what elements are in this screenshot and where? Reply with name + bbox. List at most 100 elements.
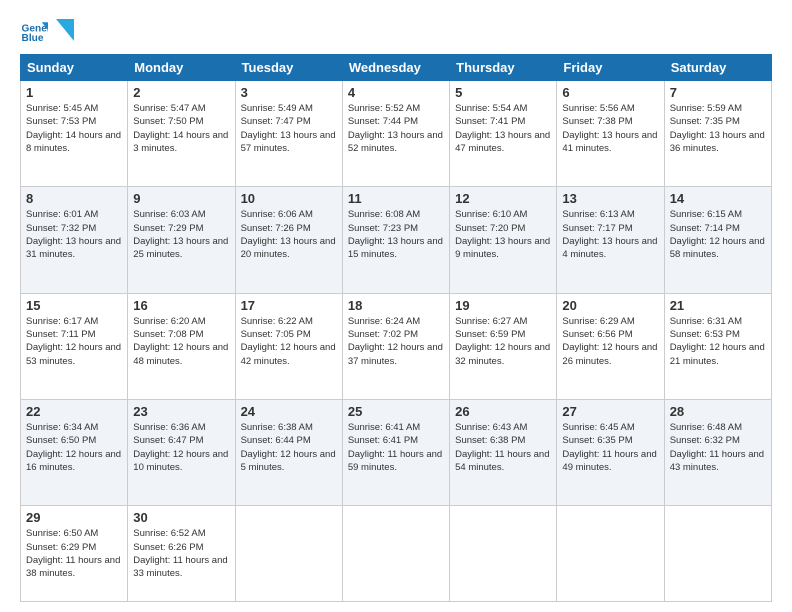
daylight-label: Daylight: 12 hours and 32 minutes.: [455, 342, 550, 366]
day-info: Sunrise: 6:06 AM Sunset: 7:26 PM Dayligh…: [241, 208, 337, 261]
calendar-cell: 20 Sunrise: 6:29 AM Sunset: 6:56 PM Dayl…: [557, 293, 664, 399]
day-number: 10: [241, 191, 337, 206]
calendar-cell: [557, 506, 664, 602]
calendar-cell: 8 Sunrise: 6:01 AM Sunset: 7:32 PM Dayli…: [21, 187, 128, 293]
calendar-cell: 1 Sunrise: 5:45 AM Sunset: 7:53 PM Dayli…: [21, 81, 128, 187]
sunrise-label: Sunrise: 6:17 AM: [26, 316, 98, 327]
calendar-cell: 7 Sunrise: 5:59 AM Sunset: 7:35 PM Dayli…: [664, 81, 771, 187]
sunset-label: Sunset: 7:17 PM: [562, 223, 632, 234]
day-info: Sunrise: 5:56 AM Sunset: 7:38 PM Dayligh…: [562, 102, 658, 155]
daylight-label: Daylight: 13 hours and 9 minutes.: [455, 236, 550, 260]
weekday-header-saturday: Saturday: [664, 55, 771, 81]
calendar-cell: 24 Sunrise: 6:38 AM Sunset: 6:44 PM Dayl…: [235, 399, 342, 505]
calendar-week-row: 29 Sunrise: 6:50 AM Sunset: 6:29 PM Dayl…: [21, 506, 772, 602]
calendar-cell: 4 Sunrise: 5:52 AM Sunset: 7:44 PM Dayli…: [342, 81, 449, 187]
day-number: 6: [562, 85, 658, 100]
day-info: Sunrise: 6:50 AM Sunset: 6:29 PM Dayligh…: [26, 527, 122, 580]
daylight-label: Daylight: 13 hours and 15 minutes.: [348, 236, 443, 260]
sunset-label: Sunset: 7:44 PM: [348, 116, 418, 127]
day-info: Sunrise: 6:20 AM Sunset: 7:08 PM Dayligh…: [133, 315, 229, 368]
day-number: 18: [348, 298, 444, 313]
day-info: Sunrise: 6:31 AM Sunset: 6:53 PM Dayligh…: [670, 315, 766, 368]
calendar-cell: 3 Sunrise: 5:49 AM Sunset: 7:47 PM Dayli…: [235, 81, 342, 187]
day-info: Sunrise: 6:01 AM Sunset: 7:32 PM Dayligh…: [26, 208, 122, 261]
sunrise-label: Sunrise: 6:06 AM: [241, 209, 313, 220]
sunrise-label: Sunrise: 6:52 AM: [133, 528, 205, 539]
day-number: 30: [133, 510, 229, 525]
sunrise-label: Sunrise: 6:15 AM: [670, 209, 742, 220]
sunrise-label: Sunrise: 6:01 AM: [26, 209, 98, 220]
sunset-label: Sunset: 7:29 PM: [133, 223, 203, 234]
calendar-cell: 25 Sunrise: 6:41 AM Sunset: 6:41 PM Dayl…: [342, 399, 449, 505]
day-info: Sunrise: 5:59 AM Sunset: 7:35 PM Dayligh…: [670, 102, 766, 155]
sunset-label: Sunset: 6:29 PM: [26, 542, 96, 553]
sunrise-label: Sunrise: 6:31 AM: [670, 316, 742, 327]
day-info: Sunrise: 6:08 AM Sunset: 7:23 PM Dayligh…: [348, 208, 444, 261]
daylight-label: Daylight: 13 hours and 4 minutes.: [562, 236, 657, 260]
sunrise-label: Sunrise: 6:29 AM: [562, 316, 634, 327]
daylight-label: Daylight: 11 hours and 49 minutes.: [562, 449, 656, 473]
day-number: 28: [670, 404, 766, 419]
calendar-table: SundayMondayTuesdayWednesdayThursdayFrid…: [20, 54, 772, 602]
sunrise-label: Sunrise: 6:45 AM: [562, 422, 634, 433]
sunset-label: Sunset: 7:53 PM: [26, 116, 96, 127]
day-number: 22: [26, 404, 122, 419]
daylight-label: Daylight: 12 hours and 48 minutes.: [133, 342, 228, 366]
calendar-cell: 29 Sunrise: 6:50 AM Sunset: 6:29 PM Dayl…: [21, 506, 128, 602]
sunrise-label: Sunrise: 6:03 AM: [133, 209, 205, 220]
calendar-cell: 14 Sunrise: 6:15 AM Sunset: 7:14 PM Dayl…: [664, 187, 771, 293]
sunrise-label: Sunrise: 6:27 AM: [455, 316, 527, 327]
calendar-cell: 30 Sunrise: 6:52 AM Sunset: 6:26 PM Dayl…: [128, 506, 235, 602]
daylight-label: Daylight: 13 hours and 36 minutes.: [670, 130, 765, 154]
daylight-label: Daylight: 13 hours and 20 minutes.: [241, 236, 336, 260]
day-info: Sunrise: 6:48 AM Sunset: 6:32 PM Dayligh…: [670, 421, 766, 474]
calendar-cell: 12 Sunrise: 6:10 AM Sunset: 7:20 PM Dayl…: [450, 187, 557, 293]
day-number: 9: [133, 191, 229, 206]
day-info: Sunrise: 6:10 AM Sunset: 7:20 PM Dayligh…: [455, 208, 551, 261]
day-number: 15: [26, 298, 122, 313]
day-number: 12: [455, 191, 551, 206]
weekday-header-friday: Friday: [557, 55, 664, 81]
day-number: 5: [455, 85, 551, 100]
calendar-header-row: SundayMondayTuesdayWednesdayThursdayFrid…: [21, 55, 772, 81]
day-info: Sunrise: 5:54 AM Sunset: 7:41 PM Dayligh…: [455, 102, 551, 155]
weekday-header-tuesday: Tuesday: [235, 55, 342, 81]
day-number: 7: [670, 85, 766, 100]
sunrise-label: Sunrise: 6:50 AM: [26, 528, 98, 539]
sunset-label: Sunset: 7:08 PM: [133, 329, 203, 340]
daylight-label: Daylight: 13 hours and 25 minutes.: [133, 236, 228, 260]
sunrise-label: Sunrise: 5:52 AM: [348, 103, 420, 114]
sunset-label: Sunset: 7:23 PM: [348, 223, 418, 234]
daylight-label: Daylight: 14 hours and 8 minutes.: [26, 130, 121, 154]
day-info: Sunrise: 6:22 AM Sunset: 7:05 PM Dayligh…: [241, 315, 337, 368]
calendar-cell: [342, 506, 449, 602]
day-info: Sunrise: 6:24 AM Sunset: 7:02 PM Dayligh…: [348, 315, 444, 368]
day-info: Sunrise: 6:43 AM Sunset: 6:38 PM Dayligh…: [455, 421, 551, 474]
sunset-label: Sunset: 7:35 PM: [670, 116, 740, 127]
sunset-label: Sunset: 6:26 PM: [133, 542, 203, 553]
sunrise-label: Sunrise: 6:41 AM: [348, 422, 420, 433]
daylight-label: Daylight: 12 hours and 5 minutes.: [241, 449, 336, 473]
calendar-cell: 26 Sunrise: 6:43 AM Sunset: 6:38 PM Dayl…: [450, 399, 557, 505]
day-number: 2: [133, 85, 229, 100]
sunset-label: Sunset: 6:41 PM: [348, 435, 418, 446]
logo: General Blue: [20, 16, 74, 44]
day-number: 13: [562, 191, 658, 206]
daylight-label: Daylight: 11 hours and 33 minutes.: [133, 555, 227, 579]
sunrise-label: Sunrise: 6:36 AM: [133, 422, 205, 433]
day-number: 29: [26, 510, 122, 525]
sunset-label: Sunset: 7:50 PM: [133, 116, 203, 127]
calendar-week-row: 15 Sunrise: 6:17 AM Sunset: 7:11 PM Dayl…: [21, 293, 772, 399]
calendar-cell: 11 Sunrise: 6:08 AM Sunset: 7:23 PM Dayl…: [342, 187, 449, 293]
sunset-label: Sunset: 6:35 PM: [562, 435, 632, 446]
day-info: Sunrise: 5:49 AM Sunset: 7:47 PM Dayligh…: [241, 102, 337, 155]
calendar-cell: 18 Sunrise: 6:24 AM Sunset: 7:02 PM Dayl…: [342, 293, 449, 399]
sunrise-label: Sunrise: 6:24 AM: [348, 316, 420, 327]
day-number: 27: [562, 404, 658, 419]
daylight-label: Daylight: 12 hours and 21 minutes.: [670, 342, 765, 366]
day-number: 23: [133, 404, 229, 419]
sunrise-label: Sunrise: 6:48 AM: [670, 422, 742, 433]
day-info: Sunrise: 6:17 AM Sunset: 7:11 PM Dayligh…: [26, 315, 122, 368]
sunset-label: Sunset: 7:05 PM: [241, 329, 311, 340]
daylight-label: Daylight: 12 hours and 26 minutes.: [562, 342, 657, 366]
